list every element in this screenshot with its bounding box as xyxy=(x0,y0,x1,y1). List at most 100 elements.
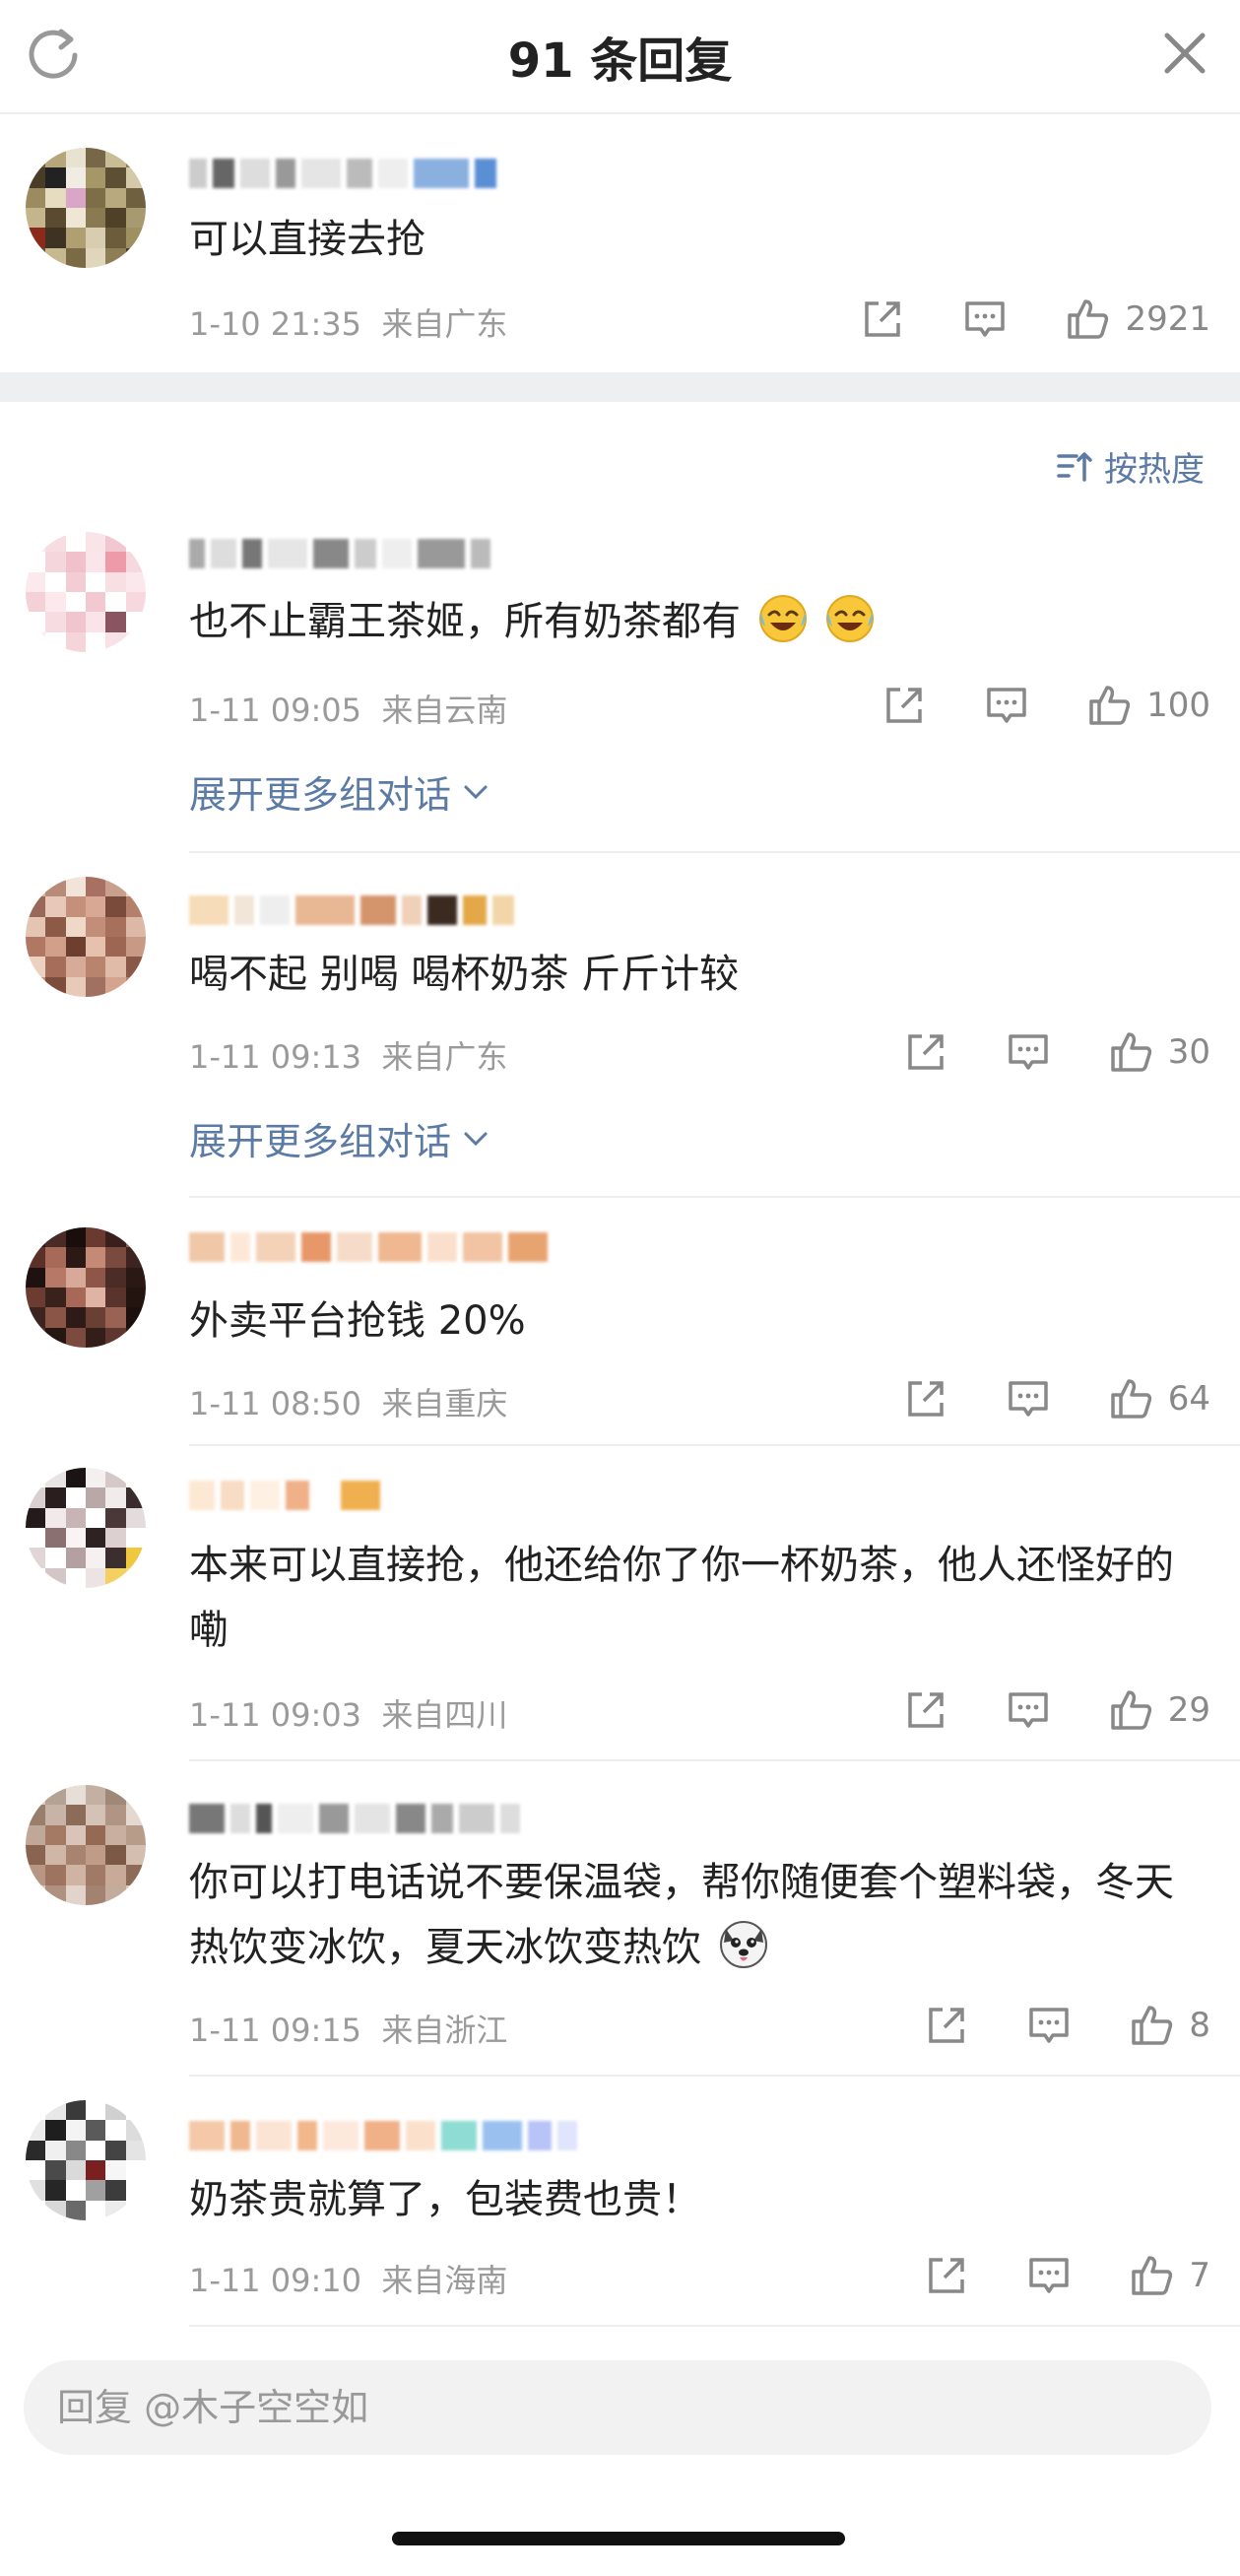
comment-location: 来自广东 xyxy=(381,305,508,343)
comment-text: 本来可以直接抢，他还给你了你一杯奶茶，他人还怪好的嘞 xyxy=(189,1543,1174,1653)
comment-icon[interactable] xyxy=(961,296,1009,343)
like-count: 2921 xyxy=(1125,299,1210,339)
avatar[interactable] xyxy=(26,148,146,268)
like-button[interactable]: 64 xyxy=(1107,1375,1210,1422)
avatar[interactable] xyxy=(26,1227,146,1348)
share-icon[interactable] xyxy=(902,1028,949,1076)
comment-actions: 64 xyxy=(847,1371,1210,1426)
comment-meta: 1-11 08:50 来自重庆 xyxy=(189,1379,507,1424)
page-title: 91 条回复 xyxy=(507,33,733,89)
comment-icon[interactable] xyxy=(1025,2002,1073,2049)
comment-actions: 8 xyxy=(868,1998,1210,2053)
sort-icon xyxy=(1057,452,1092,482)
expand-more-link[interactable]: 展开更多组对话 xyxy=(189,1111,490,1165)
comment-time: 1-11 09:15 xyxy=(189,2012,362,2049)
comment-meta: 1-11 09:15 来自浙江 xyxy=(189,2006,507,2051)
divider xyxy=(189,2075,1240,2077)
comment-text: 奶茶贵就算了，包装费也贵！ xyxy=(189,2177,701,2222)
comment-actions: 100 xyxy=(825,678,1210,733)
divider xyxy=(189,1444,1240,1446)
close-icon[interactable] xyxy=(1157,26,1212,81)
share-icon[interactable] xyxy=(923,2002,970,2049)
chevron-down-icon xyxy=(464,1132,488,1146)
laughing-tears-emoji xyxy=(824,593,876,644)
username-blurred[interactable] xyxy=(189,1229,548,1265)
comment-meta: 1-11 09:05 来自云南 xyxy=(189,686,507,731)
comment-location: 来自云南 xyxy=(381,692,508,729)
username-blurred[interactable] xyxy=(189,536,490,571)
comment-text: 你可以打电话说不要保温袋，帮你随便套个塑料袋，冬天热饮变冰饮，夏天冰饮变热饮 xyxy=(189,1860,1174,1970)
divider xyxy=(189,2325,1240,2327)
comment-icon[interactable] xyxy=(1005,1028,1052,1076)
username-blurred[interactable] xyxy=(189,2118,577,2153)
like-count: 30 xyxy=(1167,1032,1210,1072)
username-blurred[interactable] xyxy=(189,892,514,928)
comment-icon[interactable] xyxy=(1005,1375,1052,1422)
like-button[interactable]: 100 xyxy=(1085,682,1210,729)
avatar[interactable] xyxy=(26,2100,146,2220)
comment-icon[interactable] xyxy=(983,682,1030,729)
divider xyxy=(0,112,1240,114)
thumbs-up-icon xyxy=(1064,296,1111,343)
home-indicator[interactable] xyxy=(392,2532,845,2545)
comment-meta: 1-11 09:10 来自海南 xyxy=(189,2256,507,2301)
thumbs-up-icon xyxy=(1107,1375,1154,1422)
username-blurred[interactable] xyxy=(189,1478,380,1513)
share-icon[interactable] xyxy=(881,682,928,729)
avatar[interactable] xyxy=(26,1785,146,1905)
comment-time: 1-11 09:10 xyxy=(189,2262,362,2299)
share-icon[interactable] xyxy=(859,296,906,343)
divider xyxy=(189,1759,1240,1761)
comment-actions: 29 xyxy=(847,1683,1210,1738)
like-button[interactable]: 30 xyxy=(1107,1028,1210,1076)
divider xyxy=(189,851,1240,853)
comment-meta: 1-10 21:35 来自广东 xyxy=(189,299,507,345)
chevron-down-icon xyxy=(464,785,488,799)
comment-time: 1-11 09:13 xyxy=(189,1038,362,1076)
thumbs-up-icon xyxy=(1128,2252,1175,2299)
avatar[interactable] xyxy=(26,877,146,997)
comment-body: 也不止霸王茶姬，所有奶茶都有 xyxy=(189,589,1201,654)
comment-actions: 2921 xyxy=(804,292,1210,347)
like-button[interactable]: 29 xyxy=(1107,1686,1210,1734)
comment-text: 外卖平台抢钱 20% xyxy=(189,1298,526,1344)
comment-icon[interactable] xyxy=(1025,2252,1073,2299)
reply-input[interactable]: 回复 @木子空空如 xyxy=(24,2360,1211,2455)
comment-meta: 1-11 09:03 来自四川 xyxy=(189,1690,507,1736)
comment-icon[interactable] xyxy=(1005,1686,1052,1734)
comment-meta: 1-11 09:13 来自广东 xyxy=(189,1032,507,1078)
thumbs-up-icon xyxy=(1128,2002,1175,2049)
share-icon[interactable] xyxy=(902,1686,949,1734)
like-count: 100 xyxy=(1146,686,1210,725)
share-icon[interactable] xyxy=(902,1375,949,1422)
like-button[interactable]: 8 xyxy=(1128,2002,1210,2049)
comment-location: 来自浙江 xyxy=(381,2012,508,2049)
comment-location: 来自广东 xyxy=(381,1038,508,1076)
comment-replies-page: 91 条回复 可以直接去抢 1-10 21:35 来自广东 2921 按热度 也… xyxy=(0,0,1240,2576)
like-count: 8 xyxy=(1189,2006,1210,2045)
section-separator xyxy=(0,372,1240,402)
comment-location: 来自海南 xyxy=(381,2262,508,2299)
divider xyxy=(189,1196,1240,1198)
share-icon[interactable] xyxy=(923,2252,970,2299)
comment-actions: 7 xyxy=(868,2248,1210,2303)
expand-more-link[interactable]: 展开更多组对话 xyxy=(189,764,490,819)
username-blurred[interactable] xyxy=(189,156,496,191)
avatar[interactable] xyxy=(26,1468,146,1588)
sort-button[interactable]: 按热度 xyxy=(1055,441,1205,491)
expand-label: 展开更多组对话 xyxy=(189,773,452,817)
username-blurred[interactable] xyxy=(189,1801,520,1836)
comment-time: 1-11 09:05 xyxy=(189,692,362,729)
comment-location: 来自四川 xyxy=(381,1696,508,1734)
avatar[interactable] xyxy=(26,532,146,652)
dog-face-emoji xyxy=(718,1919,769,1970)
comment-text: 喝不起 别喝 喝杯奶茶 斤斤计较 xyxy=(189,952,740,997)
thumbs-up-icon xyxy=(1085,682,1133,729)
comment-text: 可以直接去抢 xyxy=(189,217,425,262)
like-button[interactable]: 7 xyxy=(1128,2252,1210,2299)
comment-location: 来自重庆 xyxy=(381,1385,508,1422)
comment-time: 1-10 21:35 xyxy=(189,305,362,343)
sort-label: 按热度 xyxy=(1104,449,1205,490)
like-count: 64 xyxy=(1167,1379,1210,1419)
like-button[interactable]: 2921 xyxy=(1064,296,1210,343)
